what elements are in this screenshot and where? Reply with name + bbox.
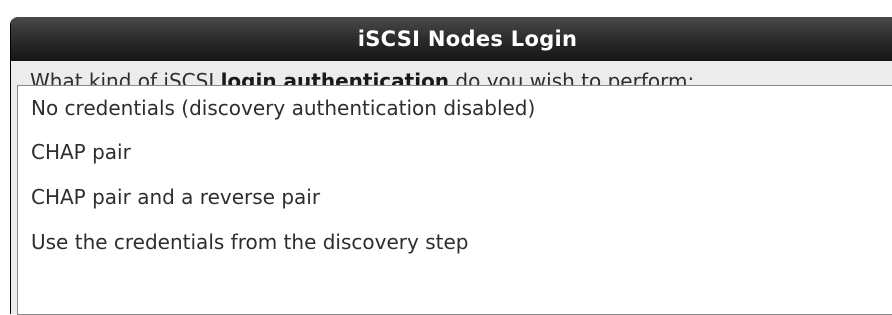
option-chap-pair[interactable]: CHAP pair [18, 129, 892, 174]
option-no-credentials[interactable]: No credentials (discovery authentication… [18, 86, 892, 129]
auth-method-list[interactable]: No credentials (discovery authentication… [17, 85, 892, 315]
dialog-title: iSCSI Nodes Login [11, 17, 892, 61]
option-discovery-credentials[interactable]: Use the credentials from the discovery s… [18, 219, 892, 264]
option-chap-reverse-pair[interactable]: CHAP pair and a reverse pair [18, 174, 892, 219]
